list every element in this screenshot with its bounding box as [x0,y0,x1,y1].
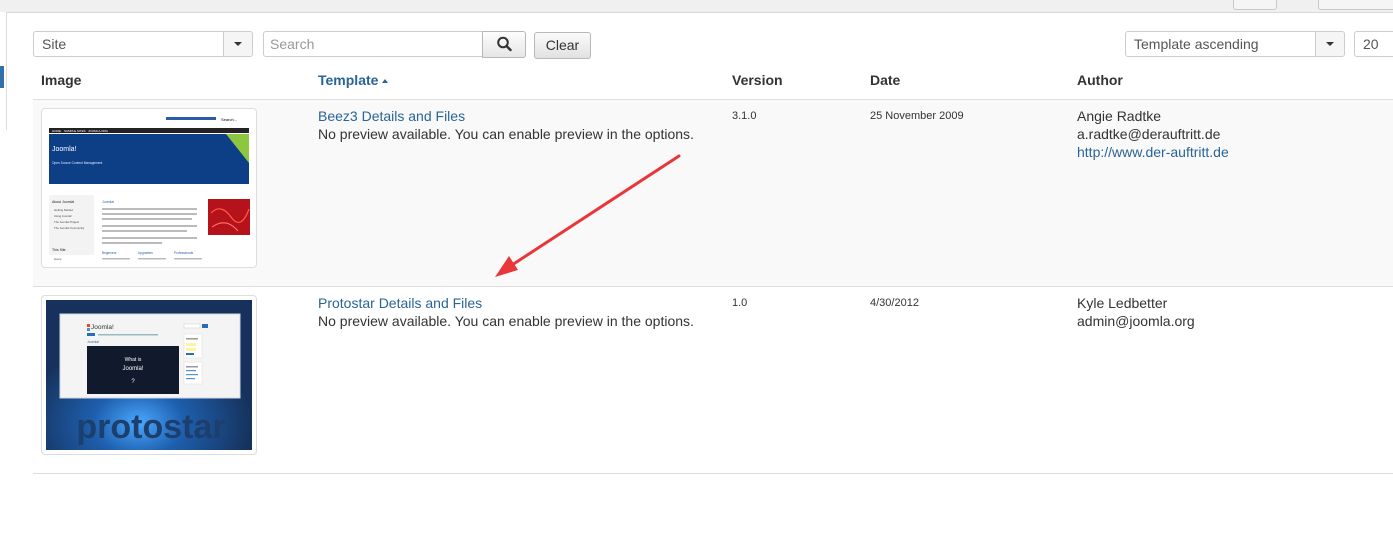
annotation-arrow [495,154,681,277]
